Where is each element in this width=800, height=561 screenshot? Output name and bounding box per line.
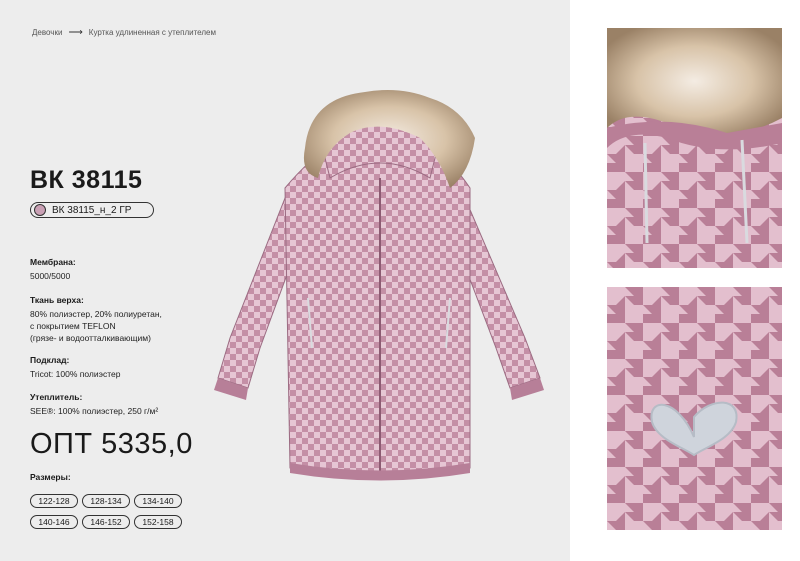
spec-value: SEE®: 100% полиэстер, 250 г/м² [30,406,159,416]
size-option[interactable]: 134-140 [134,494,182,508]
spec-label: Утеплитель: [30,392,83,402]
product-price: ОПТ 5335,0 [30,428,193,460]
breadcrumb: Девочки ⟶ Куртка удлиненная с утеплителе… [32,27,216,38]
sizes-label: Размеры: [30,472,71,482]
breadcrumb-current: Куртка удлиненная с утеплителем [88,28,216,37]
product-main-image [200,78,560,498]
spec-outer-fabric: Ткань верха: 80% полиэстер, 20% полиурет… [30,294,162,344]
spec-value: 5000/5000 [30,271,71,281]
breadcrumb-parent[interactable]: Девочки [32,28,62,37]
spec-membrane: Мембрана: 5000/5000 [30,256,76,282]
heart-patch-illustration [607,287,782,530]
product-info-panel: Девочки ⟶ Куртка удлиненная с утеплителе… [0,0,570,561]
color-swatch [34,204,46,216]
jacket-illustration [214,90,544,481]
variant-label: ВК 38115_н_2 ГР [52,204,132,216]
size-option[interactable]: 152-158 [134,515,182,529]
size-option[interactable]: 128-134 [82,494,130,508]
spec-insulation: Утеплитель: SEE®: 100% полиэстер, 250 г/… [30,391,158,417]
hood-detail-illustration [607,28,782,268]
spec-value-line: 80% полиэстер, 20% полиуретан, [30,309,162,319]
spec-label: Подклад: [30,355,70,365]
size-option[interactable]: 122-128 [30,494,78,508]
spec-value: Tricot: 100% полиэстер [30,369,121,379]
spec-value-line: с покрытием TEFLON [30,321,116,331]
spec-value-line: (грязе- и водоотталкивающим) [30,333,151,343]
size-option[interactable]: 140-146 [30,515,78,529]
arrow-right-icon: ⟶ [68,27,83,38]
variant-selector[interactable]: ВК 38115_н_2 ГР [30,202,154,218]
size-option[interactable]: 146-152 [82,515,130,529]
spec-label: Ткань верха: [30,295,84,305]
product-sku: ВК 38115 [30,166,143,194]
detail-image-heart-patch [607,287,782,530]
detail-image-hood [607,28,782,268]
spec-label: Мембрана: [30,257,76,267]
spec-lining: Подклад: Tricot: 100% полиэстер [30,354,120,380]
